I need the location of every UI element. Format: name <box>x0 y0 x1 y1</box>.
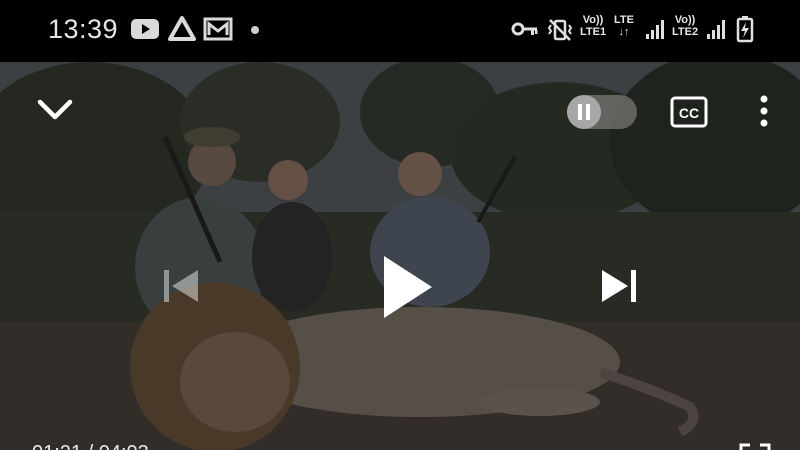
fullscreen-icon[interactable] <box>738 442 772 450</box>
volte-lte2-icon: Vo)) LTE2 <box>672 14 698 38</box>
playback-time: 01:21 / 04:03 <box>32 442 149 450</box>
autoplay-toggle[interactable] <box>567 95 637 129</box>
volte-lte1-bottom-label: LTE1 <box>580 26 607 38</box>
signal-2-icon <box>707 20 725 39</box>
lte-data-icon: LTE ↓↑ <box>614 14 634 38</box>
collapse-chevron-icon[interactable] <box>36 96 74 124</box>
volte-lte2-top-label: Vo)) <box>674 14 696 26</box>
drive-icon <box>168 16 196 41</box>
battery-charging-icon <box>736 16 754 43</box>
status-bar: 13:39 Vo)) LTE1 LTE ↓↑ Vo)) LTE2 <box>0 0 800 62</box>
play-icon[interactable] <box>378 252 438 322</box>
lte-label: LTE <box>614 14 634 26</box>
signal-1-icon <box>646 20 664 39</box>
captions-icon[interactable]: CC <box>670 95 708 129</box>
youtube-icon <box>131 19 159 39</box>
volte-lte2-bottom-label: LTE2 <box>672 26 699 38</box>
captions-label: CC <box>679 105 699 121</box>
volte-lte1-icon: Vo)) LTE1 <box>580 14 606 38</box>
more-options-icon[interactable] <box>754 92 774 132</box>
pause-icon <box>578 104 590 120</box>
previous-icon[interactable] <box>160 266 204 306</box>
gmail-icon <box>203 17 233 41</box>
autoplay-toggle-knob <box>567 95 601 129</box>
more-notifications-dot-icon <box>251 26 259 34</box>
vpn-key-icon <box>511 22 538 36</box>
volte-lte1-top-label: Vo)) <box>582 14 604 26</box>
next-icon[interactable] <box>598 266 642 306</box>
video-frame[interactable]: CC 01:21 / 04:03 <box>0 62 800 450</box>
status-time: 13:39 <box>48 14 119 44</box>
data-arrows-icon: ↓↑ <box>618 26 630 38</box>
vibrate-icon <box>547 19 573 41</box>
